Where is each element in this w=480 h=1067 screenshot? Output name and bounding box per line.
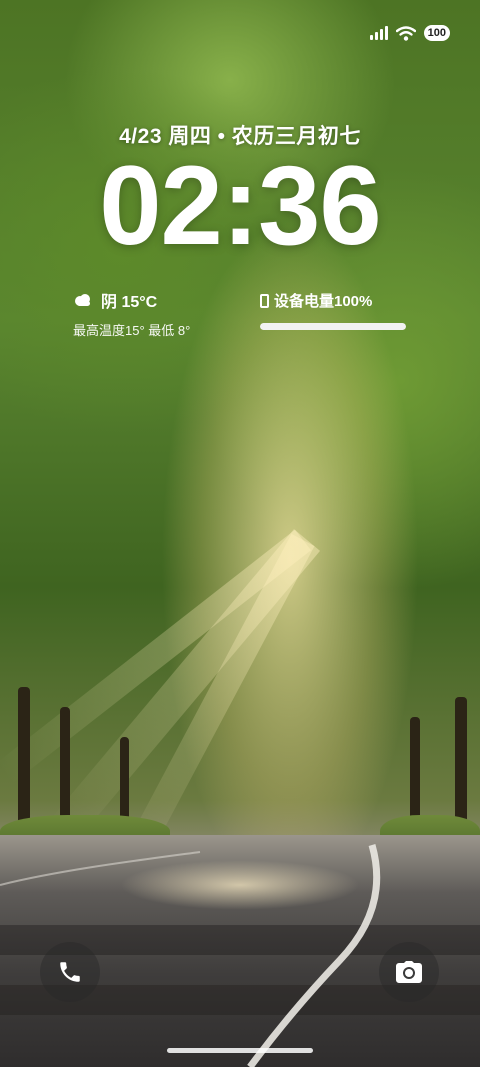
weather-widget[interactable]: 阴 15°C 最高温度15° 最低 8° [73, 288, 190, 339]
device-battery-bar [260, 323, 406, 330]
weather-range: 最高温度15° 最低 8° [73, 323, 191, 338]
camera-shortcut-button[interactable] [379, 942, 439, 1002]
wifi-icon [395, 25, 416, 41]
signal-icon [369, 26, 388, 40]
phone-outline-icon [260, 293, 269, 308]
camera-icon [396, 961, 422, 983]
status-bar: 100 [369, 22, 450, 44]
phone-icon [60, 962, 80, 982]
device-battery-label: 设备电量100% [274, 293, 373, 310]
weather-summary: 阴 15°C [101, 294, 158, 311]
battery-icon: 100 [423, 25, 450, 41]
phone-shortcut-button[interactable] [40, 942, 100, 1002]
lockscreen-clock: 02:36 [99, 143, 381, 268]
device-battery-bar-fill [260, 323, 406, 330]
device-battery-widget[interactable]: 设备电量100% [260, 290, 406, 330]
cloud-icon [75, 294, 90, 306]
home-indicator[interactable] [167, 1048, 313, 1053]
